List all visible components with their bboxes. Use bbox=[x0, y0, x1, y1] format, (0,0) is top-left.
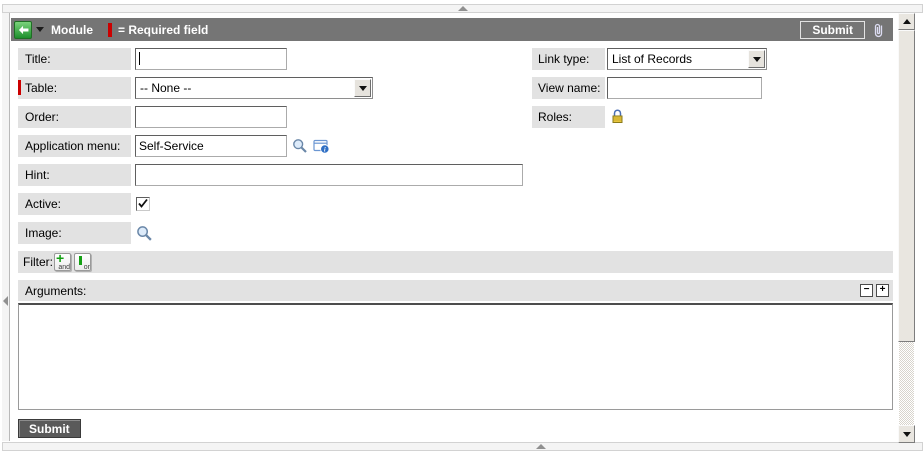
view-name-label: View name: bbox=[532, 77, 605, 99]
roles-lock-button[interactable] bbox=[611, 109, 624, 124]
page-title: Module bbox=[51, 23, 93, 37]
scrollbar-track[interactable] bbox=[899, 342, 914, 425]
bottom-frame-splitter[interactable] bbox=[2, 442, 923, 451]
application-menu-input[interactable] bbox=[135, 135, 287, 157]
back-button[interactable] bbox=[14, 21, 32, 39]
link-type-label: Link type: bbox=[532, 48, 605, 70]
left-pane-splitter[interactable] bbox=[2, 13, 10, 441]
scroll-up-button[interactable] bbox=[898, 13, 915, 30]
filter-bar: Filter: + and or bbox=[18, 251, 893, 273]
filter-or-button[interactable]: or bbox=[74, 253, 91, 271]
hint-input[interactable] bbox=[135, 164, 523, 186]
order-input[interactable] bbox=[135, 106, 287, 128]
checkmark-icon bbox=[137, 198, 149, 210]
text-caret bbox=[139, 52, 140, 65]
required-field-legend: = Required field bbox=[118, 23, 208, 37]
link-type-select[interactable]: List of Records bbox=[607, 48, 767, 70]
link-type-select-value: List of Records bbox=[612, 52, 692, 66]
arrow-down-icon bbox=[903, 432, 911, 437]
active-label: Active: bbox=[18, 193, 131, 215]
vertical-scrollbar[interactable] bbox=[898, 13, 915, 443]
padlock-icon bbox=[611, 109, 624, 124]
title-input[interactable] bbox=[135, 48, 287, 70]
filter-and-button[interactable]: + and bbox=[54, 253, 71, 271]
context-menu-caret-icon[interactable] bbox=[36, 27, 44, 32]
collapse-top-arrow-icon[interactable] bbox=[458, 6, 468, 11]
roles-label: Roles: bbox=[532, 106, 605, 128]
submit-button[interactable]: Submit bbox=[18, 419, 81, 438]
filter-label: Filter: bbox=[23, 255, 53, 269]
image-lookup-button[interactable] bbox=[136, 225, 153, 242]
hint-label: Hint: bbox=[18, 164, 131, 186]
paperclip-icon bbox=[872, 22, 885, 38]
table-select-value: -- None -- bbox=[140, 81, 191, 95]
svg-text:i: i bbox=[324, 146, 326, 153]
collapse-section-button[interactable]: − bbox=[860, 284, 873, 297]
order-label: Order: bbox=[18, 106, 131, 128]
table-select[interactable]: -- None -- bbox=[135, 77, 373, 99]
collapse-left-arrow-icon[interactable] bbox=[3, 296, 8, 306]
module-form-screen: Module = Required field Submit Title: Ta… bbox=[0, 0, 924, 455]
scrollbar-thumb[interactable] bbox=[898, 30, 915, 342]
application-menu-lookup-button[interactable] bbox=[292, 138, 308, 154]
arrow-up-icon bbox=[903, 19, 911, 24]
required-marker bbox=[18, 80, 21, 95]
magnifier-icon bbox=[292, 138, 308, 154]
attachment-button[interactable] bbox=[872, 22, 885, 38]
back-arrow-icon bbox=[18, 25, 29, 35]
header-submit-button[interactable]: Submit bbox=[800, 21, 865, 39]
chevron-down-icon bbox=[753, 57, 761, 62]
chevron-down-icon bbox=[359, 86, 367, 91]
expand-section-button[interactable]: + bbox=[876, 284, 889, 297]
application-menu-label: Application menu: bbox=[18, 135, 131, 157]
table-select-dropdown-button[interactable] bbox=[354, 79, 371, 97]
required-field-marker bbox=[108, 23, 112, 37]
form-header-bar: Module = Required field Submit bbox=[11, 18, 893, 41]
magnifier-icon bbox=[136, 225, 153, 242]
collapse-bottom-arrow-icon[interactable] bbox=[536, 444, 546, 449]
top-frame-splitter[interactable] bbox=[2, 4, 923, 13]
table-label: Table: bbox=[18, 77, 131, 99]
reference-info-icon: i bbox=[313, 139, 330, 154]
active-checkbox[interactable] bbox=[136, 197, 150, 211]
arguments-textarea[interactable] bbox=[18, 303, 893, 410]
or-bar-icon bbox=[79, 256, 82, 265]
link-type-select-dropdown-button[interactable] bbox=[748, 50, 765, 68]
arguments-label: Arguments: bbox=[25, 284, 86, 298]
arguments-section-bar: Arguments: − + bbox=[18, 280, 893, 301]
application-menu-reference-button[interactable]: i bbox=[313, 139, 330, 154]
view-name-input[interactable] bbox=[607, 77, 762, 99]
image-label: Image: bbox=[18, 222, 131, 244]
scroll-down-button[interactable] bbox=[898, 425, 915, 443]
title-label: Title: bbox=[18, 48, 131, 70]
